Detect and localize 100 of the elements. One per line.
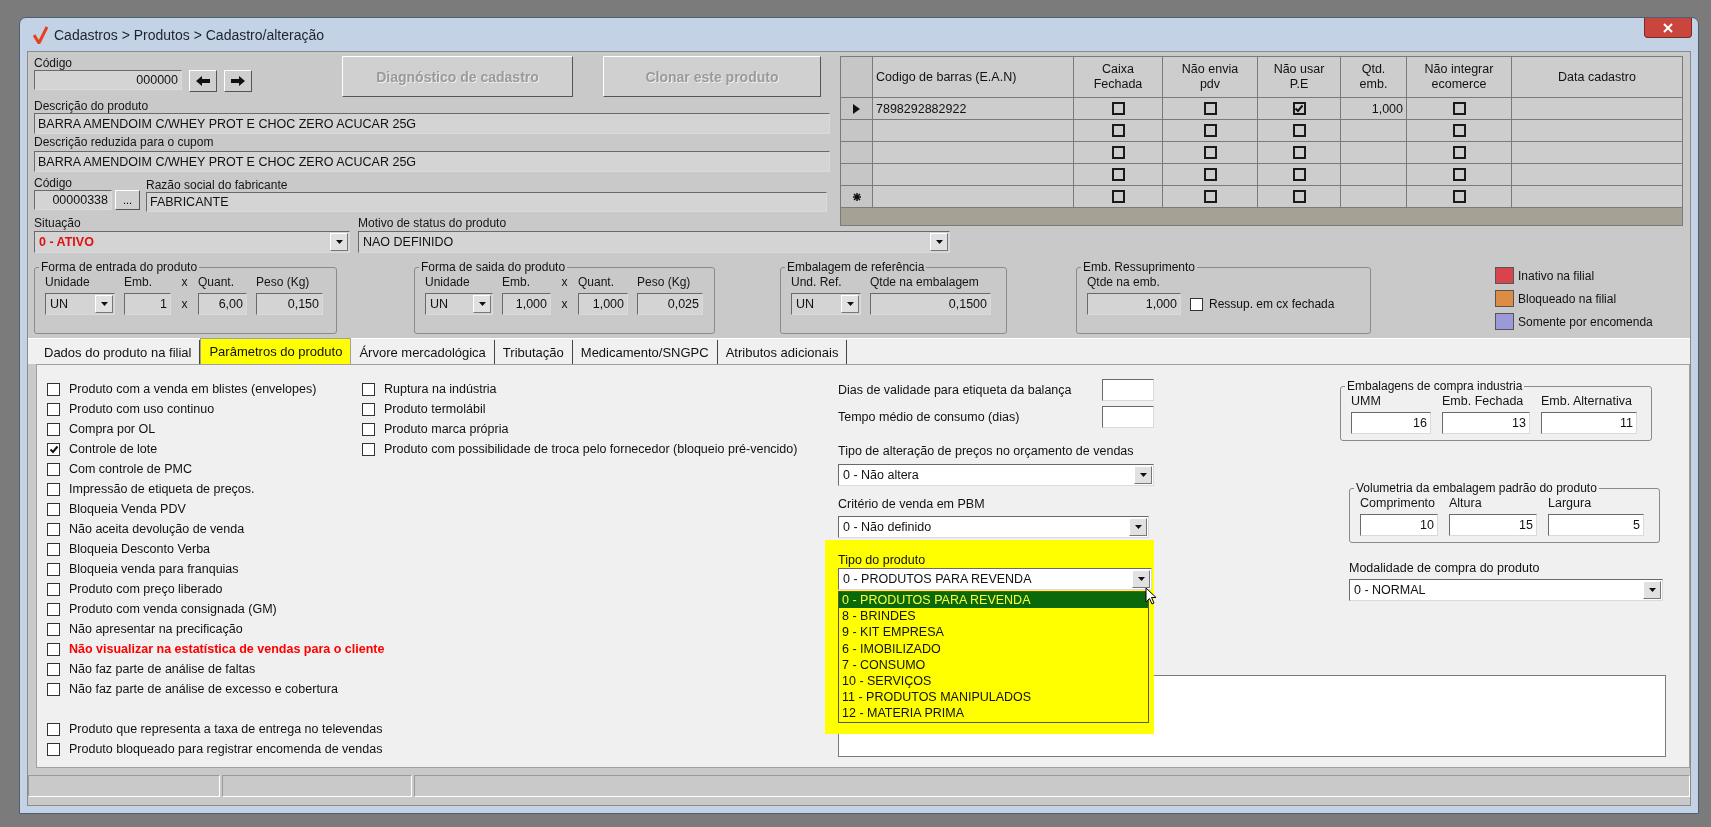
- dropdown-option[interactable]: 8 - BRINDES: [839, 608, 1148, 625]
- column-header[interactable]: Não integrar ecomerce: [1406, 56, 1512, 98]
- column-header[interactable]: Data cadastro: [1511, 56, 1683, 98]
- checkbox[interactable]: [47, 482, 60, 496]
- description-field[interactable]: BARRA AMENDOIM C/WHEY PROT E CHOC ZERO ACUCAR 25G: [34, 113, 830, 134]
- unit-dropdown[interactable]: UN: [45, 293, 115, 315]
- unit-dropdown[interactable]: UN: [791, 293, 861, 315]
- checkbox[interactable]: [1111, 124, 1125, 137]
- checkbox[interactable]: [1190, 297, 1203, 311]
- checkbox-label: Produto com venda consignada (GM): [69, 602, 277, 616]
- checkbox[interactable]: [1292, 168, 1306, 181]
- column-header[interactable]: Não usar P.E: [1257, 56, 1341, 98]
- checkbox[interactable]: [47, 402, 60, 416]
- close-button[interactable]: [1644, 18, 1692, 38]
- previous-button[interactable]: [189, 70, 217, 92]
- field-label: Altura: [1449, 496, 1483, 511]
- checkbox[interactable]: [1203, 146, 1217, 159]
- mouse-cursor-icon: [1145, 587, 1157, 605]
- checkbox[interactable]: [1111, 146, 1125, 159]
- checkbox[interactable]: [1452, 146, 1466, 159]
- checkbox-label: Produto com preço liberado: [69, 582, 223, 596]
- next-button[interactable]: [224, 70, 252, 92]
- checkbox[interactable]: [1111, 190, 1125, 203]
- dropdown-option[interactable]: 9 - KIT EMPRESA: [839, 624, 1148, 641]
- checkbox[interactable]: [47, 542, 60, 556]
- checkbox[interactable]: [1203, 168, 1217, 181]
- field-label: Razão social do fabricante: [146, 178, 289, 192]
- checkbox[interactable]: [1111, 102, 1125, 115]
- number-field[interactable]: 10: [1360, 514, 1438, 536]
- checkbox[interactable]: [47, 462, 60, 476]
- close-icon: [1663, 22, 1673, 33]
- checkbox[interactable]: [47, 682, 60, 696]
- checkbox[interactable]: [1292, 124, 1306, 137]
- number-field[interactable]: 1: [124, 293, 171, 315]
- checkbox[interactable]: [47, 602, 60, 616]
- manufacturer-code-field[interactable]: 00000338: [34, 190, 112, 210]
- pbm-dropdown[interactable]: 0 - Não definido: [838, 516, 1149, 538]
- short-description-field[interactable]: BARRA AMENDOIM C/WHEY PROT E CHOC ZERO ACUCAR 25G: [34, 151, 830, 172]
- tab[interactable]: Parâmetros do produto: [200, 338, 352, 364]
- number-field[interactable]: 13: [1442, 412, 1530, 434]
- checkbox[interactable]: [47, 382, 60, 396]
- browse-button[interactable]: ...: [115, 190, 140, 210]
- purchase-mode-dropdown[interactable]: 0 - NORMAL: [1349, 579, 1663, 601]
- number-field[interactable]: 1,000: [578, 293, 628, 315]
- checkbox[interactable]: [362, 402, 375, 416]
- number-field[interactable]: 0,150: [256, 293, 323, 315]
- checkbox[interactable]: [1292, 190, 1306, 203]
- checkbox[interactable]: [47, 522, 60, 536]
- checkbox[interactable]: [1203, 190, 1217, 203]
- unit-dropdown[interactable]: UN: [425, 293, 493, 315]
- number-field[interactable]: 0,025: [637, 293, 703, 315]
- days-field[interactable]: [1102, 406, 1154, 428]
- code-field[interactable]: 000000: [34, 70, 182, 90]
- checkbox[interactable]: [1292, 146, 1306, 159]
- field-label: Situação: [34, 216, 82, 230]
- number-field[interactable]: 0,1500: [870, 293, 991, 315]
- number-field[interactable]: 1,000: [502, 293, 551, 315]
- reason-dropdown[interactable]: NAO DEFINIDO: [358, 231, 950, 253]
- dropdown-option[interactable]: 7 - CONSUMO: [839, 656, 1148, 673]
- product-type-dropdown[interactable]: 0 - PRODUTOS PARA REVENDA: [838, 568, 1152, 590]
- checkbox[interactable]: [47, 442, 60, 456]
- dropdown-option[interactable]: 10 - SERVIÇOS: [839, 672, 1148, 690]
- dropdown-option[interactable]: 11 - PRODUTOS MANIPULADOS: [839, 689, 1148, 706]
- checkbox[interactable]: [362, 382, 375, 396]
- number-field[interactable]: 11: [1541, 412, 1637, 434]
- checkbox[interactable]: [47, 742, 60, 756]
- checkbox[interactable]: [47, 422, 60, 436]
- checkbox[interactable]: [47, 722, 60, 736]
- checkbox[interactable]: [47, 582, 60, 596]
- checkbox[interactable]: [1203, 124, 1217, 137]
- dropdown-option[interactable]: 12 - MATERIA PRIMA: [839, 705, 1148, 722]
- number-field[interactable]: 15: [1449, 514, 1537, 536]
- number-field[interactable]: 5: [1548, 514, 1644, 536]
- days-field[interactable]: [1102, 379, 1154, 401]
- checkbox[interactable]: [362, 442, 375, 456]
- checkbox[interactable]: [1452, 190, 1466, 203]
- column-header[interactable]: Caixa Fechada: [1073, 56, 1163, 98]
- checkbox[interactable]: [1203, 102, 1217, 115]
- price-change-dropdown[interactable]: 0 - Não altera: [838, 464, 1154, 486]
- checkbox[interactable]: [47, 502, 60, 516]
- group-title: Emb. Ressuprimento: [1082, 260, 1197, 274]
- dropdown-option[interactable]: 0 - PRODUTOS PARA REVENDA: [839, 592, 1148, 609]
- checkbox[interactable]: [47, 562, 60, 576]
- checkbox[interactable]: [1111, 168, 1125, 181]
- checkbox[interactable]: [1452, 124, 1466, 137]
- column-header[interactable]: Qtd. emb.: [1340, 56, 1407, 98]
- checkbox[interactable]: [1452, 168, 1466, 181]
- number-field[interactable]: 6,00: [198, 293, 247, 315]
- dropdown-option[interactable]: 6 - IMOBILIZADO: [839, 640, 1148, 657]
- checkbox[interactable]: [47, 642, 60, 656]
- column-header[interactable]: Codigo de barras (E.A.N): [872, 56, 1074, 98]
- checkbox[interactable]: [362, 422, 375, 436]
- checkbox[interactable]: [1452, 102, 1466, 115]
- checkbox[interactable]: [1292, 102, 1306, 115]
- column-header[interactable]: Não envia pdv: [1162, 56, 1258, 98]
- checkbox[interactable]: [47, 622, 60, 636]
- manufacturer-field[interactable]: FABRICANTE: [146, 192, 827, 212]
- checkbox[interactable]: [47, 662, 60, 676]
- number-field[interactable]: 16: [1351, 412, 1431, 434]
- number-field[interactable]: 1,000: [1087, 293, 1181, 315]
